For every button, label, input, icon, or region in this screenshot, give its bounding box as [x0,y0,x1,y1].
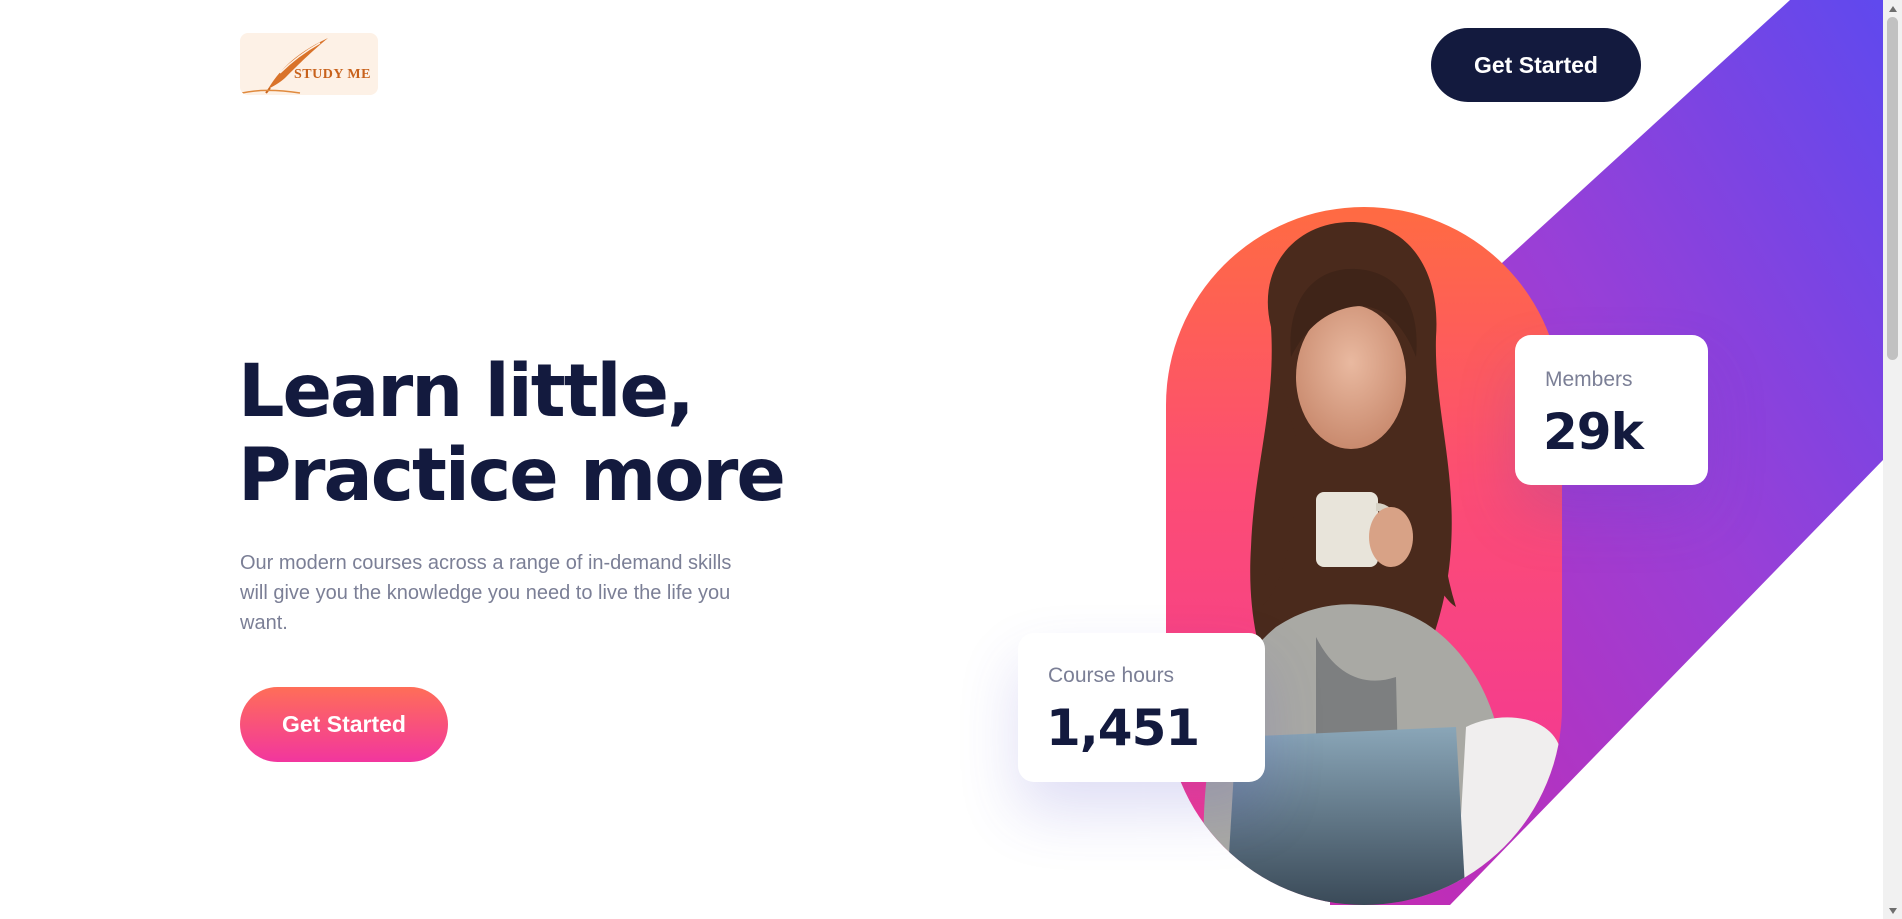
course-hours-label: Course hours [1048,664,1175,687]
hero-photo [1203,222,1562,905]
quill-pen-icon [241,38,328,94]
hero-title-line1: Learn little, [238,349,695,434]
members-stat-card: Members 29k [1515,335,1708,485]
hero-title-line2: Practice more [238,433,786,518]
logo-text: STUDY ME [294,67,371,82]
scroll-thumb[interactable] [1887,17,1898,360]
course-hours-value: 1,451 [1046,699,1200,757]
vertical-scrollbar[interactable] [1883,0,1902,919]
study-me-logo[interactable]: STUDY ME [240,33,378,95]
hero-image-pill [1166,207,1562,905]
course-hours-stat-card: Course hours 1,451 [1018,633,1265,782]
members-value: 29k [1543,403,1644,461]
hero-get-started-button[interactable]: Get Started [240,687,448,762]
triangle-down-icon [1888,907,1897,914]
triangle-up-icon [1888,5,1897,12]
scroll-up-button[interactable] [1883,0,1902,17]
hero-title: Learn little, Practice more [238,349,786,518]
header-get-started-button[interactable]: Get Started [1431,28,1641,102]
landing-page: STUDY ME Get Started Learn little, Pract… [0,0,1883,919]
hero-description: Our modern courses across a range of in-… [240,552,732,634]
scroll-down-button[interactable] [1883,902,1902,919]
members-label: Members [1545,368,1633,391]
